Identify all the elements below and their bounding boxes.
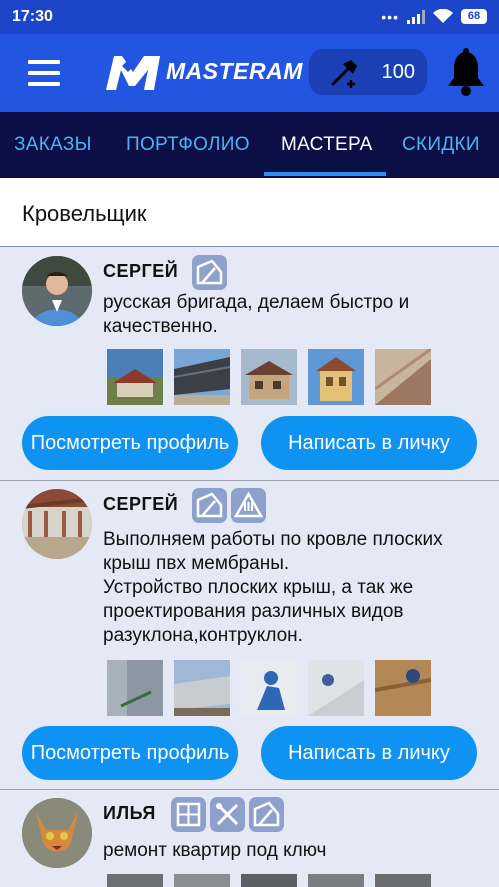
window-icon <box>171 797 206 832</box>
credits-value: 100 <box>381 61 415 83</box>
portfolio-thumbnail[interactable] <box>375 874 431 887</box>
hamburger-menu-icon[interactable] <box>28 60 60 86</box>
view-profile-button[interactable]: Посмотреть профиль <box>22 416 238 470</box>
category-header: Кровельщик <box>0 178 499 247</box>
status-bar: 17:30 ••• 68 <box>0 0 499 34</box>
portfolio-thumbnails <box>107 874 431 887</box>
tab-orders[interactable]: ЗАКАЗЫ <box>14 134 92 156</box>
portfolio-thumbnail[interactable] <box>308 349 364 405</box>
hammer-plus-icon <box>331 60 357 88</box>
write-message-button[interactable]: Написать в личку <box>261 726 477 780</box>
signal-icon <box>407 9 425 24</box>
portfolio-thumbnail[interactable] <box>107 660 163 716</box>
master-name: СЕРГЕЙ <box>103 261 179 281</box>
portfolio-thumbnail[interactable] <box>308 874 364 887</box>
description-line: разуклона,контруклон. <box>103 625 303 646</box>
master-avatar[interactable] <box>22 489 92 559</box>
portfolio-thumbnails <box>107 349 431 405</box>
master-description: Выполняем работы по кровле плоских крыш … <box>103 528 488 648</box>
tab-masters[interactable]: МАСТЕРА <box>281 134 373 156</box>
portfolio-thumbnail[interactable] <box>174 660 230 716</box>
notification-dots-icon: ••• <box>381 8 399 25</box>
master-avatar[interactable] <box>22 256 92 326</box>
category-title: Кровельщик <box>22 201 147 226</box>
roof-icon <box>192 255 227 290</box>
tab-bar: ЗАКАЗЫ ПОРТФОЛИО МАСТЕРА СКИДКИ <box>0 112 499 178</box>
roof-icon <box>192 488 227 523</box>
portfolio-thumbnails <box>107 660 431 716</box>
portfolio-thumbnail[interactable] <box>241 349 297 405</box>
description-line: проектирования различных видов <box>103 601 404 622</box>
write-message-button[interactable]: Написать в личку <box>261 416 477 470</box>
master-card: ИЛЬЯ ремонт квартир под ключ <box>0 790 499 887</box>
roof-icon <box>249 797 284 832</box>
master-card: СЕРГЕЙ русская бригада, делаем быстро и … <box>0 248 499 481</box>
battery-indicator: 68 <box>461 9 487 24</box>
description-line: ремонт квартир под ключ <box>103 840 327 861</box>
description-line: крыш пвх мембраны. <box>103 553 290 574</box>
active-tab-indicator <box>264 172 386 176</box>
avatar-photo <box>22 798 92 868</box>
portfolio-thumbnail[interactable] <box>308 660 364 716</box>
master-card: СЕРГЕЙ Выполняем работы по кровле плоски… <box>0 481 499 790</box>
portfolio-thumbnail[interactable] <box>174 874 230 887</box>
portfolio-thumbnail[interactable] <box>241 874 297 887</box>
description-line: качественно. <box>103 316 218 337</box>
avatar-photo <box>22 489 92 559</box>
description-line: Выполняем работы по кровле плоских <box>103 529 443 550</box>
bell-icon[interactable] <box>444 48 488 98</box>
logo-text: MASTERAM <box>166 58 303 84</box>
portfolio-thumbnail[interactable] <box>174 349 230 405</box>
portfolio-thumbnail[interactable] <box>375 349 431 405</box>
masteram-logo-icon <box>106 56 160 90</box>
description-line: русская бригада, делаем быстро и <box>103 292 410 313</box>
app-bar: MASTERAM 100 <box>0 34 499 112</box>
master-name: СЕРГЕЙ <box>103 494 179 514</box>
master-name: ИЛЬЯ <box>103 803 156 823</box>
portfolio-thumbnail[interactable] <box>241 660 297 716</box>
credits-badge[interactable]: 100 <box>309 49 427 95</box>
master-avatar[interactable] <box>22 798 92 868</box>
description-line: Устройство плоских крыш, а так же <box>103 577 414 598</box>
master-description: русская бригада, делаем быстро и качеств… <box>103 291 488 339</box>
wifi-icon <box>433 9 453 23</box>
master-description: ремонт квартир под ключ <box>103 839 488 863</box>
tools-icon <box>210 797 245 832</box>
view-profile-button[interactable]: Посмотреть профиль <box>22 726 238 780</box>
portfolio-thumbnail[interactable] <box>107 349 163 405</box>
portfolio-thumbnail[interactable] <box>107 874 163 887</box>
status-time: 17:30 <box>12 8 53 25</box>
avatar-photo <box>22 256 92 326</box>
tab-discounts[interactable]: СКИДКИ <box>402 134 480 156</box>
portfolio-thumbnail[interactable] <box>375 660 431 716</box>
status-icons: ••• 68 <box>381 9 487 24</box>
warning-triangle-icon <box>231 488 266 523</box>
tab-portfolio[interactable]: ПОРТФОЛИО <box>126 134 250 156</box>
